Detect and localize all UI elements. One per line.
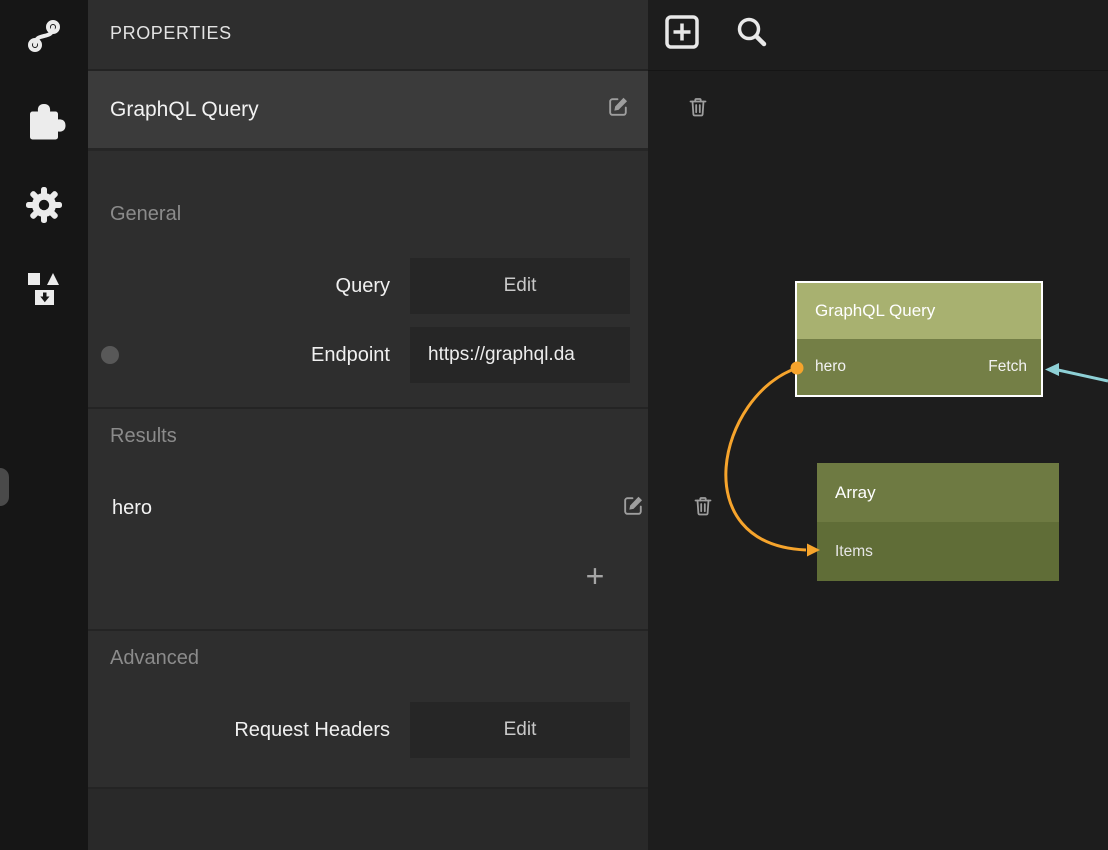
section-label-results: Results	[110, 425, 177, 448]
request-headers-label: Request Headers	[88, 702, 390, 758]
query-label: Query	[88, 258, 390, 314]
query-edit-button[interactable]: Edit	[410, 258, 630, 314]
properties-panel: PROPERTIES GraphQL Query	[88, 0, 648, 850]
node-title: GraphQL Query	[797, 283, 1041, 339]
selected-node-header-row: GraphQL Query	[88, 71, 648, 148]
delete-node-button[interactable]	[685, 96, 711, 122]
panel-drag-handle[interactable]	[0, 468, 9, 506]
add-node-button[interactable]	[663, 15, 701, 53]
edit-pencil-icon	[606, 94, 631, 124]
sidebar	[0, 0, 88, 850]
request-headers-edit-button[interactable]: Edit	[410, 702, 630, 758]
gear-icon	[22, 183, 66, 232]
node-connections	[648, 0, 1108, 850]
divider	[88, 407, 648, 409]
node-graph-icon	[22, 14, 66, 63]
add-result-button[interactable]: +	[582, 558, 608, 595]
rename-result-button[interactable]	[620, 495, 646, 521]
plus-box-icon	[664, 14, 700, 55]
components-icon	[22, 266, 66, 315]
properties-panel-title: PROPERTIES	[110, 23, 232, 44]
result-row-hero: hero	[112, 480, 152, 536]
section-label-advanced: Advanced	[110, 647, 199, 670]
edit-pencil-icon	[621, 493, 646, 523]
rename-node-button[interactable]	[605, 96, 631, 122]
node-title: Array	[817, 463, 1059, 522]
divider	[648, 70, 1108, 71]
trash-icon	[691, 494, 715, 523]
sidebar-item-components[interactable]	[0, 258, 88, 322]
node-array[interactable]: Array Items	[817, 463, 1059, 581]
puzzle-icon	[22, 101, 66, 150]
port-items-input[interactable]: Items	[835, 522, 873, 581]
port-fetch-input[interactable]: Fetch	[988, 339, 1027, 395]
divider	[88, 148, 648, 151]
sidebar-item-plugins[interactable]	[0, 93, 88, 157]
sidebar-item-node-graph[interactable]	[0, 6, 88, 70]
properties-panel-footer	[88, 789, 648, 850]
selected-node-title: GraphQL Query	[110, 71, 259, 148]
divider	[88, 629, 648, 631]
trash-icon	[686, 95, 710, 124]
search-icon	[734, 14, 770, 55]
port-hero-output[interactable]: hero	[815, 339, 846, 395]
node-canvas[interactable]: GraphQL Query hero Fetch Array Items	[648, 0, 1108, 850]
node-graphql-query[interactable]: GraphQL Query hero Fetch	[795, 281, 1043, 397]
app-window: PROPERTIES GraphQL Query	[0, 0, 1108, 850]
sidebar-item-settings[interactable]	[0, 175, 88, 239]
endpoint-label: Endpoint	[88, 327, 390, 383]
search-nodes-button[interactable]	[733, 15, 771, 53]
endpoint-input[interactable]: https://graphql.da	[410, 327, 630, 383]
delete-result-button[interactable]	[690, 495, 716, 521]
section-label-general: General	[110, 203, 181, 226]
